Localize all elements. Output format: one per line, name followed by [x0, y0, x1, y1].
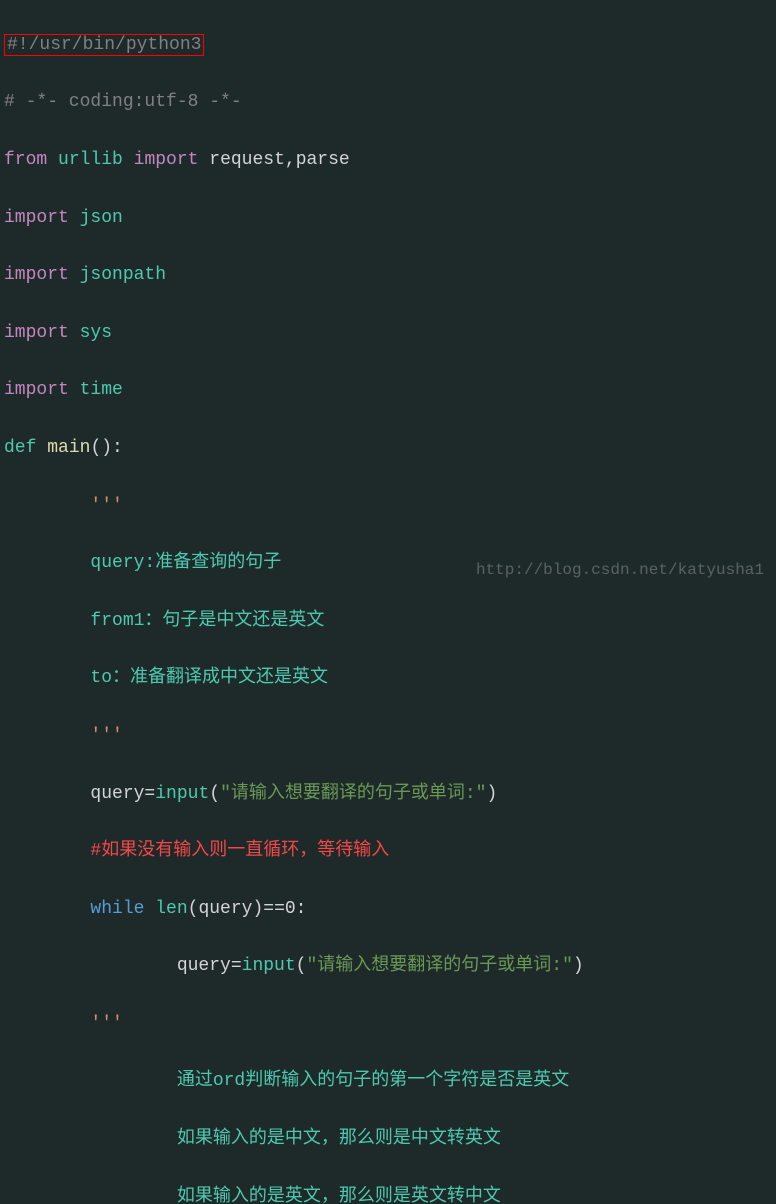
code-line-4: import json [4, 204, 772, 233]
watermark-text: http://blog.csdn.net/katyusha1 [476, 558, 764, 584]
code-line-9: ''' [4, 492, 772, 521]
code-line-20: 如果输入的是中文，那么则是中文转英文 [4, 1125, 772, 1154]
code-line-15: #如果没有输入则一直循环，等待输入 [4, 837, 772, 866]
shebang-highlight: #!/usr/bin/python3 [4, 34, 204, 56]
code-line-6: import sys [4, 319, 772, 348]
code-line-11: from1：句子是中文还是英文 [4, 607, 772, 636]
code-line-16: while len(query)==0: [4, 895, 772, 924]
code-line-1: #!/usr/bin/python3 [4, 31, 772, 60]
code-line-19: 通过ord判断输入的句子的第一个字符是否是英文 [4, 1067, 772, 1096]
code-line-21: 如果输入的是英文，那么则是英文转中文 [4, 1183, 772, 1204]
code-line-17: query=input("请输入想要翻译的句子或单词:") [4, 952, 772, 981]
code-line-8: def main(): [4, 434, 772, 463]
code-line-2: # -*- coding:utf-8 -*- [4, 88, 772, 117]
code-line-3: from urllib import request,parse [4, 146, 772, 175]
code-line-12: to：准备翻译成中文还是英文 [4, 664, 772, 693]
code-line-7: import time [4, 376, 772, 405]
code-line-18: ''' [4, 1010, 772, 1039]
code-block: #!/usr/bin/python3 # -*- coding:utf-8 -*… [0, 0, 776, 1204]
code-line-14: query=input("请输入想要翻译的句子或单词:") [4, 780, 772, 809]
code-line-5: import jsonpath [4, 261, 772, 290]
code-line-13: ''' [4, 722, 772, 751]
